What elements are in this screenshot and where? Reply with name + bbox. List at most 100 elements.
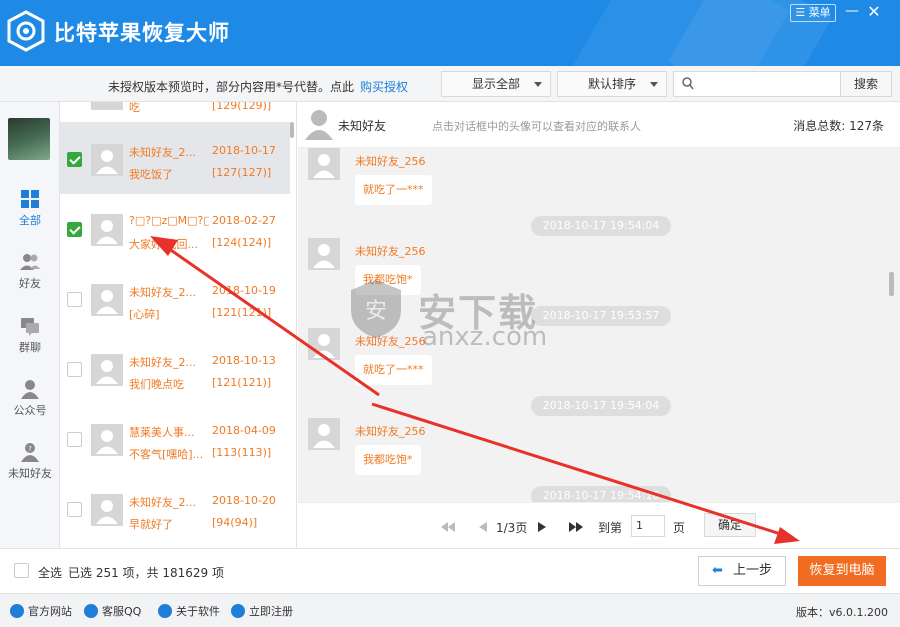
version-label: 版本：v6.0.1.200 [796,606,888,619]
category-sidebar: 全部 好友 群聊 公众号 ? 未知好友 [0,102,60,548]
sidebar-item-all[interactable]: 全部 [0,189,60,228]
contact-date: 2018-10-19 [212,284,276,297]
contact-last-message: 早就好了 [129,518,173,531]
sidebar-item-label: 公众号 [13,404,47,417]
contact-message-count: [121(121)] [212,376,272,389]
contact-message-count: [94(94)] [212,516,258,529]
sender-avatar[interactable] [308,148,340,180]
app-logo-icon [7,10,45,52]
contact-date: 2018-04-09 [212,424,276,437]
avatar[interactable] [8,118,50,160]
qq-icon [84,604,98,618]
page-number-input[interactable]: 1 [631,515,665,537]
sidebar-item-groups[interactable]: 群聊 [0,316,60,355]
chat-header: 未知好友 点击对话框中的头像可以查看对应的联系人 消息总数: 127条 [298,102,900,148]
footer-link-label: 关于软件 [176,605,220,618]
chat-scrollbar[interactable] [889,272,894,296]
sender-avatar[interactable] [308,328,340,360]
contact-avatar [91,214,123,246]
list-item[interactable]: 未知好友_2... 2018-10-20 早就好了 [94(94)] [60,474,290,544]
footer-link-about[interactable]: 关于软件 [158,603,220,619]
filter-select[interactable]: 显示全部 [441,71,551,97]
list-scrollbar[interactable] [290,122,294,138]
group-chat-icon [21,318,39,336]
message-bubble: 就吃了一*** [355,175,432,205]
conversation-list: 吃 [129(129)] 未知好友_2... 2018-10-17 我吃饭了 [127… [60,102,297,548]
notice-text: 未授权版本预览时，部分内容用*号代替。点此 [108,80,355,94]
select-all-checkbox[interactable] [14,563,29,578]
list-item[interactable]: 未知好友_2... 2018-10-13 我们晚点吃 [121(121)] [60,334,290,404]
footer-link-label: 立即注册 [249,605,293,618]
sidebar-item-official-accounts[interactable]: 公众号 [0,379,60,418]
menu-button[interactable]: ☰ 菜单 [790,4,836,22]
sort-select[interactable]: 默认排序 [557,71,667,97]
next-page-icon[interactable] [538,522,546,532]
list-item[interactable]: ?□?□z□M□?□...2018-02-27 大家好,我回... [124(124… [60,194,290,264]
home-icon [10,604,24,618]
contact-last-message: [心碎] [129,308,160,321]
list-item-count: [129(129)] [212,102,272,112]
list-item-checkbox[interactable] [67,222,82,237]
unknown-friend-icon: ? [21,443,39,462]
contact-avatar [91,494,123,526]
message-timestamp: 2018-10-17 19:54:04 [531,396,671,416]
chevron-down-icon [650,82,658,87]
contact-last-message: 不客气[嘿哈]... [129,448,204,461]
contact-last-message: 我们晚点吃 [129,378,184,391]
toolbar: 未授权版本预览时，部分内容用*号代替。点此 购买授权 显示全部 默认排序 搜索 [0,66,900,102]
sender-avatar[interactable] [308,418,340,450]
close-button[interactable]: ✕ [866,2,882,22]
grid-icon [21,190,39,208]
contact-avatar [91,354,123,386]
chevron-down-icon [534,82,542,87]
buy-license-link[interactable]: 购买授权 [360,80,408,94]
title-bar: 比特苹果恢复大师 ☰ 菜单 — ✕ [0,0,900,66]
contact-message-count: [113(113)] [212,446,272,459]
sidebar-item-label: 未知好友 [8,467,52,480]
chat-message: 未知好友_256 就吃了一*** [308,328,708,398]
sender-name: 未知好友_256 [355,155,426,168]
last-page-icon[interactable] [569,522,583,532]
action-bar: 全选 已选 251 项，共 181629 项 ⬅ 上一步 恢复到电脑 [0,548,900,593]
footer-link-support-qq[interactable]: 客服QQ [84,603,141,619]
list-item-checkbox[interactable] [67,152,82,167]
confirm-page-button[interactable]: 确定 [704,513,756,537]
contact-avatar-icon[interactable] [304,108,334,140]
contact-date: 2018-02-27 [212,214,276,227]
list-item[interactable]: 未知好友_2... 2018-10-17 我吃饭了 [127(127)] [60,124,290,194]
list-item[interactable]: 慧莱美人事... 2018-04-09 不客气[嘿哈]... [113(113)] [60,404,290,474]
message-total: 消息总数: 127条 [793,119,884,133]
list-item-checkbox[interactable] [67,432,82,447]
minimize-button[interactable]: — [845,3,859,23]
contact-name: 慧莱美人事... [129,426,195,439]
footer-link-register[interactable]: 立即注册 [231,603,293,619]
filter-select-value: 显示全部 [471,77,520,91]
list-item-checkbox[interactable] [67,292,82,307]
search-button[interactable]: 搜索 [840,71,892,97]
list-item-partial[interactable]: 吃 [129(129)] [60,102,290,122]
previous-step-button[interactable]: ⬅ 上一步 [698,556,786,586]
list-item[interactable]: 未知好友_2... 2018-10-19 [心碎] [121(121)] [60,264,290,334]
first-page-icon[interactable] [441,522,455,532]
app-title: 比特苹果恢复大师 [54,21,230,45]
sidebar-item-friends[interactable]: 好友 [0,252,60,291]
contact-name: 未知好友_2... [129,356,196,369]
chat-contact-name: 未知好友 [338,119,387,133]
search-input[interactable] [673,71,841,97]
prev-page-icon[interactable] [479,522,487,532]
list-item-checkbox[interactable] [67,362,82,377]
svg-text:?: ? [28,445,32,453]
sender-avatar[interactable] [308,238,340,270]
sidebar-item-label: 群聊 [19,341,41,354]
previous-step-label: 上一步 [732,563,772,578]
list-item-message: 吃 [129,102,140,114]
sidebar-item-unknown-friends[interactable]: ? 未知好友 [0,442,60,481]
message-timestamp: 2018-10-17 19:54:04 [531,216,671,236]
footer-link-website[interactable]: 官方网站 [10,603,72,619]
message-timestamp: 2018-10-17 19:53:57 [531,306,671,326]
contact-name: 未知好友_2... [129,286,196,299]
list-item-checkbox[interactable] [67,502,82,517]
select-all-label[interactable]: 全选 [38,564,62,581]
recover-to-computer-button[interactable]: 恢复到电脑 [798,556,886,586]
contact-name: 未知好友_2... [129,146,196,159]
